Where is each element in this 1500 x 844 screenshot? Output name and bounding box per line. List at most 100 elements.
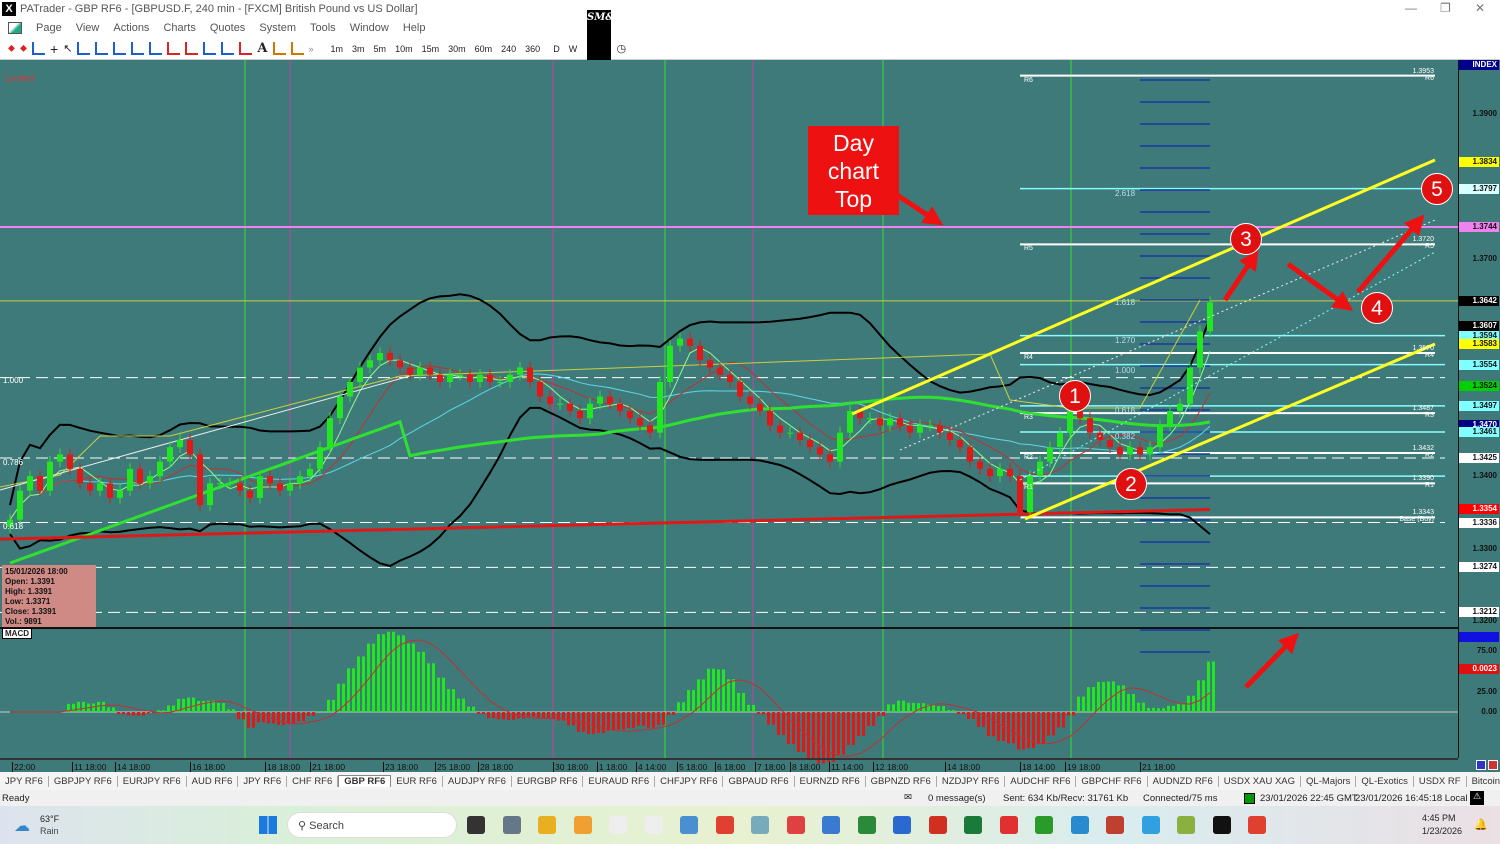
chart-area[interactable]: Locked 15/01/2026 18:00 Open: 1.3391 Hig… — [0, 60, 1500, 772]
tf-240[interactable]: 240 — [501, 44, 516, 54]
taskbar-app-icon[interactable] — [609, 816, 627, 834]
symbol-tab[interactable]: AUD RF6 — [187, 775, 239, 787]
gann-icon[interactable] — [203, 42, 217, 55]
symbol-tab[interactable]: QL-Exotics — [1356, 775, 1414, 787]
symbol-tab[interactable]: CHF RF6 — [287, 775, 339, 787]
symbol-tab[interactable]: USDX XAU XAG — [1219, 775, 1302, 787]
symbol-tab[interactable]: GBPNZD RF6 — [866, 775, 937, 787]
weather-icon[interactable]: ☁ — [14, 816, 30, 836]
menu-system[interactable]: System — [259, 22, 296, 34]
close-button[interactable]: ✕ — [1475, 1, 1485, 15]
taskbar-app-icon[interactable] — [751, 816, 769, 834]
symbol-tab[interactable]: EUR RF6 — [391, 775, 443, 787]
menu-page[interactable]: Page — [36, 22, 62, 34]
taskbar-app-icon[interactable] — [928, 816, 947, 834]
maximize-button[interactable]: ❐ — [1440, 1, 1451, 15]
minimize-button[interactable]: — — [1405, 1, 1417, 15]
taskbar-app-icon[interactable] — [715, 816, 734, 834]
taskbar-app-icon[interactable] — [1070, 816, 1089, 834]
symbol-tab[interactable]: AUDNZD RF6 — [1148, 775, 1219, 787]
clock-icon[interactable]: ◷ — [617, 42, 627, 55]
price-chart[interactable] — [0, 60, 1458, 772]
symbol-tab[interactable]: Bitcoin — [1467, 776, 1500, 787]
taskbar-app-icon[interactable] — [1141, 816, 1160, 834]
taskbar-app-icon[interactable] — [538, 816, 556, 834]
symbol-tab[interactable]: QL-Majors — [1301, 775, 1357, 787]
taskbar-app-icon[interactable] — [467, 816, 485, 834]
tf-360[interactable]: 360 — [525, 44, 540, 54]
symbol-tab[interactable]: GBP RF6 — [338, 775, 392, 787]
taskbar-app-icon[interactable] — [893, 816, 911, 834]
rectangle-icon[interactable] — [239, 42, 253, 55]
tf-15m[interactable]: 15m — [422, 44, 440, 54]
menu-tools[interactable]: Tools — [310, 22, 336, 34]
symbol-tab[interactable]: GBPJPY RF6 — [49, 775, 118, 787]
menu-actions[interactable]: Actions — [113, 22, 149, 34]
expand-icon[interactable] — [1476, 760, 1486, 770]
tf-1m[interactable]: 1m — [331, 44, 344, 54]
fib-fan-icon[interactable] — [149, 42, 163, 55]
cycle-lines-icon[interactable] — [221, 42, 235, 55]
symbol-tab[interactable]: CHFJPY RF6 — [655, 775, 724, 787]
channel-icon[interactable] — [131, 42, 145, 55]
menu-charts[interactable]: Charts — [163, 22, 195, 34]
price-axis[interactable]: INDEX 1.3900 1.3834 1.3797 1.3744 1.3700 1.36… — [1458, 60, 1500, 758]
zoom-in-icon[interactable]: ⬥ — [8, 43, 15, 54]
symbol-tab[interactable]: GBPAUD RF6 — [723, 775, 795, 787]
symbol-tab[interactable]: NZDJPY RF6 — [937, 775, 1006, 787]
chart-menu-icon[interactable] — [8, 22, 22, 34]
symbol-tab[interactable]: AUDCHF RF6 — [1005, 775, 1077, 787]
menu-view[interactable]: View — [76, 22, 100, 34]
taskbar-app-icon[interactable] — [644, 816, 663, 834]
tf-60m[interactable]: 60m — [475, 44, 493, 54]
tf-10m[interactable]: 10m — [395, 44, 413, 54]
taskbar-app-icon[interactable] — [822, 816, 840, 834]
indicator-icon[interactable] — [32, 42, 45, 55]
menu-help[interactable]: Help — [403, 22, 426, 34]
tf-30m[interactable]: 30m — [448, 44, 466, 54]
taskbar-app-icon[interactable] — [786, 816, 805, 834]
tf-w[interactable]: W — [569, 44, 578, 54]
symbol-tab[interactable]: GBPCHF RF6 — [1076, 775, 1148, 787]
fib-extension-icon[interactable] — [185, 42, 199, 55]
symbol-tab[interactable]: EURJPY RF6 — [118, 775, 187, 787]
fib-retracement-icon[interactable] — [167, 42, 181, 55]
pivot2-icon[interactable] — [290, 42, 304, 55]
start-icon[interactable] — [259, 816, 277, 834]
text-icon[interactable]: A — [257, 41, 267, 56]
taskbar-app-icon[interactable] — [857, 816, 876, 834]
symbol-tab[interactable]: EURGBP RF6 — [512, 775, 584, 787]
taskbar-app-icon[interactable] — [1106, 816, 1124, 834]
taskbar-app-icon[interactable] — [1248, 816, 1266, 834]
warning-icon[interactable]: ⚠ — [1470, 791, 1484, 805]
taskbar-app-icon[interactable] — [680, 816, 698, 834]
notification-bell-icon[interactable]: 🔔 — [1474, 818, 1488, 831]
crosshair-icon[interactable]: + — [50, 41, 58, 57]
taskbar-app-icon[interactable] — [573, 816, 592, 834]
taskbar-app-icon[interactable] — [1212, 816, 1231, 834]
tf-d[interactable]: D — [553, 44, 560, 54]
pivot-icon[interactable] — [272, 42, 286, 55]
symbol-tab[interactable]: JPY RF6 — [238, 775, 288, 787]
symbol-tab[interactable]: EURNZD RF6 — [795, 775, 866, 787]
cursor-icon[interactable]: ↖ — [63, 42, 72, 55]
tf-3m[interactable]: 3m — [352, 44, 365, 54]
more-icon[interactable]: » — [309, 44, 314, 54]
menu-quotes[interactable]: Quotes — [210, 22, 245, 34]
trendline-icon[interactable] — [113, 42, 127, 55]
zoom-out-icon[interactable]: ⬥ — [20, 43, 27, 54]
taskbar-app-icon[interactable] — [999, 816, 1018, 834]
horizontal-line-icon[interactable] — [77, 42, 91, 55]
menu-window[interactable]: Window — [350, 22, 389, 34]
taskbar-app-icon[interactable] — [964, 816, 982, 834]
taskbar-app-icon[interactable] — [1177, 816, 1195, 834]
search-box[interactable]: ⚲ Search — [287, 812, 457, 838]
symbol-tab[interactable]: EURAUD RF6 — [583, 775, 656, 787]
symbol-tab[interactable]: JPY RF6 — [0, 775, 49, 787]
taskbar-app-icon[interactable] — [502, 816, 521, 834]
collapse-icon[interactable] — [1488, 760, 1498, 770]
symbol-tab[interactable]: AUDJPY RF6 — [443, 775, 512, 787]
symbol-tab[interactable]: USDX RF — [1414, 775, 1467, 787]
vertical-line-icon[interactable] — [95, 42, 109, 55]
mail-icon[interactable]: ✉ — [904, 792, 912, 803]
